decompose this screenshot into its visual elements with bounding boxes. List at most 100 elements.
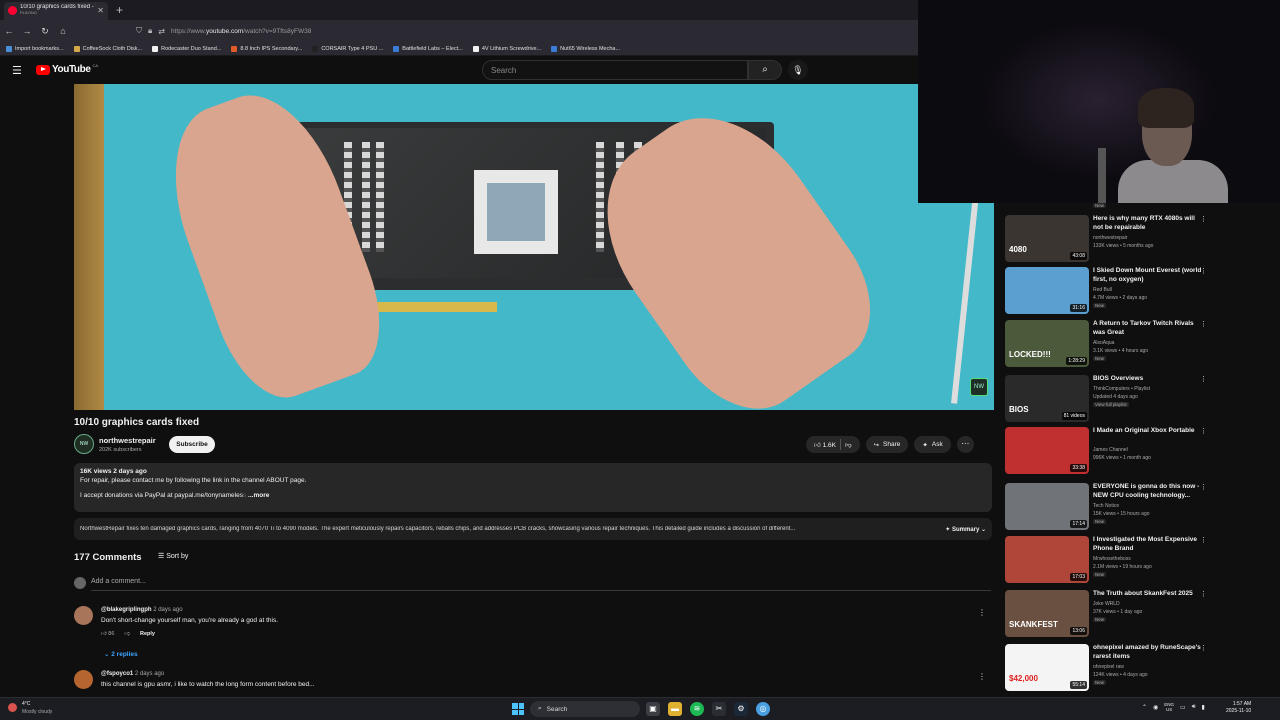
file-explorer-icon[interactable]: ▬ xyxy=(668,702,682,716)
paypal-link[interactable]: paypal.me/tonynameles xyxy=(174,492,243,499)
recommendation-menu-icon[interactable]: ⋮ xyxy=(1200,215,1207,223)
browser-tab-active[interactable]: 10/10 graphics cards fixed - Yo PLAYING … xyxy=(4,2,108,20)
voice-search-button[interactable]: 🎙︎ xyxy=(788,60,808,80)
url-text[interactable]: https://www.youtube.com/watch?v=9Tfts8yF… xyxy=(171,28,311,35)
youtube-logo[interactable]: YouTube CA xyxy=(36,63,98,75)
add-comment-input[interactable]: Add a comment... xyxy=(91,578,146,585)
recommendation-item[interactable]: 31:16 I Skied Down Mount Everest (world f… xyxy=(1005,267,1215,317)
dislike-button[interactable]: 👎︎ xyxy=(845,441,852,449)
recommendation-menu-icon[interactable]: ⋮ xyxy=(1200,320,1207,328)
recommendation-channel[interactable]: Red Bull xyxy=(1093,287,1112,293)
recommendation-title[interactable]: I Investigated the Most Expensive Phone … xyxy=(1093,536,1203,553)
recommendation-title[interactable]: I Made an Original Xbox Portable xyxy=(1093,427,1203,436)
view-replies-button[interactable]: ⌄ 2 replies xyxy=(104,650,138,658)
recommendation-menu-icon[interactable]: ⋮ xyxy=(1200,483,1207,491)
recommendation-title[interactable]: EVERYONE is gonna do this now - NEW CPU … xyxy=(1093,483,1203,500)
bookmark-item[interactable]: 4V Lithium Screwdrive... xyxy=(472,45,541,52)
channel-avatar[interactable]: NW xyxy=(74,434,94,454)
comment-dislike-button[interactable]: 👎︎ xyxy=(124,631,130,637)
address-bar[interactable]: ⛉ 🔒︎ ⇄ https://www.youtube.com/watch?v=9… xyxy=(132,23,912,39)
recommendation-item[interactable]: LOCKED!!! 1:28:29 A Return to Tarkov Twitc… xyxy=(1005,320,1215,370)
recommendation-menu-icon[interactable]: ⋮ xyxy=(1200,267,1207,275)
search-button[interactable]: ⌕ xyxy=(748,60,782,80)
sort-comments-button[interactable]: ☰ Sort by xyxy=(158,552,188,560)
recommendation-item[interactable]: $42,000 55:14 ohnepixel amazed by RuneScap… xyxy=(1005,644,1215,694)
comment-author[interactable]: @fspoyco1 2 days ago xyxy=(101,671,164,677)
show-more-link[interactable]: ...more xyxy=(248,492,269,499)
lock-icon[interactable]: 🔒︎ xyxy=(148,26,152,36)
shield-icon[interactable]: ⛉ xyxy=(136,26,142,36)
recommendation-channel[interactable]: Joke WRLD xyxy=(1093,601,1120,607)
menu-icon[interactable]: ☰ xyxy=(12,64,22,77)
recommendation-thumbnail[interactable]: 31:16 xyxy=(1005,267,1089,314)
recommendation-item[interactable]: BIOS 81 videos BIOS Overviews ThinkComputer… xyxy=(1005,375,1215,425)
tray-app-icon[interactable]: ◉ xyxy=(1153,704,1158,711)
recommendation-item[interactable]: 17:03 I Investigated the Most Expensive P… xyxy=(1005,536,1215,586)
recommendation-item[interactable]: SKANKFEST 13:06 The Truth about SkankFest … xyxy=(1005,590,1215,640)
recommendation-title[interactable]: Here is why many RTX 4080s will not be r… xyxy=(1093,215,1203,232)
recommendation-item[interactable]: 4080 43:08 Here is why many RTX 4080s will… xyxy=(1005,215,1215,265)
new-tab-button[interactable]: + xyxy=(116,3,123,17)
channel-name[interactable]: northwestrepair xyxy=(99,436,156,445)
battery-icon[interactable]: ▮ xyxy=(1202,704,1205,711)
home-icon[interactable]: ⌂ xyxy=(54,26,72,36)
recommendation-menu-icon[interactable]: ⋮ xyxy=(1200,536,1207,544)
search-input[interactable]: Search xyxy=(482,60,748,80)
forward-arrow-icon[interactable]: → xyxy=(18,26,36,36)
like-button[interactable]: 👍︎ 1.6K xyxy=(814,441,836,449)
system-clock[interactable]: 1:57 AM 2025-11-10 xyxy=(1226,701,1251,715)
recommendation-title[interactable]: A Return to Tarkov Twitch Rivals was Gre… xyxy=(1093,320,1203,337)
bookmark-item[interactable]: CoffeeSock Cloth Disk... xyxy=(73,45,142,52)
recommendation-channel[interactable]: northwestrepair xyxy=(1093,235,1127,241)
video-player[interactable]: NW xyxy=(74,84,994,410)
spotify-icon[interactable]: ≋ xyxy=(690,702,704,716)
recommendation-title[interactable]: BIOS Overviews xyxy=(1093,375,1203,384)
volume-icon[interactable]: 🔊︎ xyxy=(1192,704,1196,711)
capcut-icon[interactable]: ✂ xyxy=(712,702,726,716)
recommendation-title[interactable]: I Skied Down Mount Everest (world first,… xyxy=(1093,267,1203,284)
recommendation-channel[interactable]: Tech Notice xyxy=(1093,503,1119,509)
recommendation-thumbnail[interactable]: 4080 43:08 xyxy=(1005,215,1089,262)
subscribe-button[interactable]: Subscribe xyxy=(169,436,215,453)
bookmark-item[interactable]: Import bookmarks... xyxy=(6,45,64,52)
commenter-avatar[interactable] xyxy=(74,670,93,689)
language-indicator[interactable]: ENG US xyxy=(1164,702,1174,712)
recommendation-thumbnail[interactable]: $42,000 55:14 xyxy=(1005,644,1089,691)
task-view-icon[interactable]: ▣ xyxy=(646,702,660,716)
back-arrow-icon[interactable]: ← xyxy=(0,26,18,36)
channel-watermark[interactable]: NW xyxy=(970,378,988,396)
recommendation-channel[interactable]: Mrwhosetheboss xyxy=(1093,556,1131,562)
recommendation-menu-icon[interactable]: ⋮ xyxy=(1200,427,1207,435)
recommendation-channel[interactable]: James Channel xyxy=(1093,447,1128,453)
reload-icon[interactable]: ↻ xyxy=(36,26,54,37)
permissions-icon[interactable]: ⇄ xyxy=(158,27,165,36)
recommendation-thumbnail[interactable]: 17:03 xyxy=(1005,536,1089,583)
comment-author[interactable]: @blakegriplingph 2 days ago xyxy=(101,607,183,613)
recommendation-channel[interactable]: AlsoAqua xyxy=(1093,340,1114,346)
recommendation-menu-icon[interactable]: ⋮ xyxy=(1200,644,1207,652)
comment-reply-button[interactable]: Reply xyxy=(140,631,155,637)
recommendation-thumbnail[interactable]: 33:38 xyxy=(1005,427,1089,474)
chevron-up-icon[interactable]: ⌃ xyxy=(1142,704,1147,711)
recommendation-item[interactable]: 17:14 EVERYONE is gonna do this now - NEW… xyxy=(1005,483,1215,533)
recommendation-channel[interactable]: ohnepixel raw xyxy=(1093,664,1124,670)
bookmark-item[interactable]: CORSAIR Type 4 PSU ... xyxy=(312,45,383,52)
comment-like-button[interactable]: 👍︎ 86 xyxy=(101,631,114,637)
description-box[interactable]: 16K views 2 days ago For repair, please … xyxy=(74,463,992,512)
more-actions-button[interactable]: ⋯ xyxy=(956,436,974,453)
windows-start-icon[interactable] xyxy=(512,703,524,715)
bookmark-item[interactable]: Nut65 Wireless Mecha... xyxy=(551,45,620,52)
recommendation-item[interactable]: 33:38 I Made an Original Xbox Portable Jam… xyxy=(1005,427,1215,477)
ask-button[interactable]: ✦ Ask xyxy=(914,436,951,453)
recommendation-title[interactable]: The Truth about SkankFest 2025 xyxy=(1093,590,1203,599)
recommendation-thumbnail[interactable]: SKANKFEST 13:06 xyxy=(1005,590,1089,637)
bookmark-item[interactable]: Rodecaster Duo Stand... xyxy=(152,45,221,52)
recommendation-thumbnail[interactable]: BIOS 81 videos xyxy=(1005,375,1089,422)
taskbar-search[interactable]: ⌕ Search xyxy=(530,701,640,717)
recommendation-menu-icon[interactable]: ⋮ xyxy=(1200,375,1207,383)
recommendation-title[interactable]: ohnepixel amazed by RuneScape's rarest i… xyxy=(1093,644,1203,661)
steam-icon[interactable]: ⚙ xyxy=(734,702,748,716)
bookmark-item[interactable]: Battlefield Labs – Elect... xyxy=(393,45,463,52)
commenter-avatar[interactable] xyxy=(74,606,93,625)
recommendation-menu-icon[interactable]: ⋮ xyxy=(1200,590,1207,598)
